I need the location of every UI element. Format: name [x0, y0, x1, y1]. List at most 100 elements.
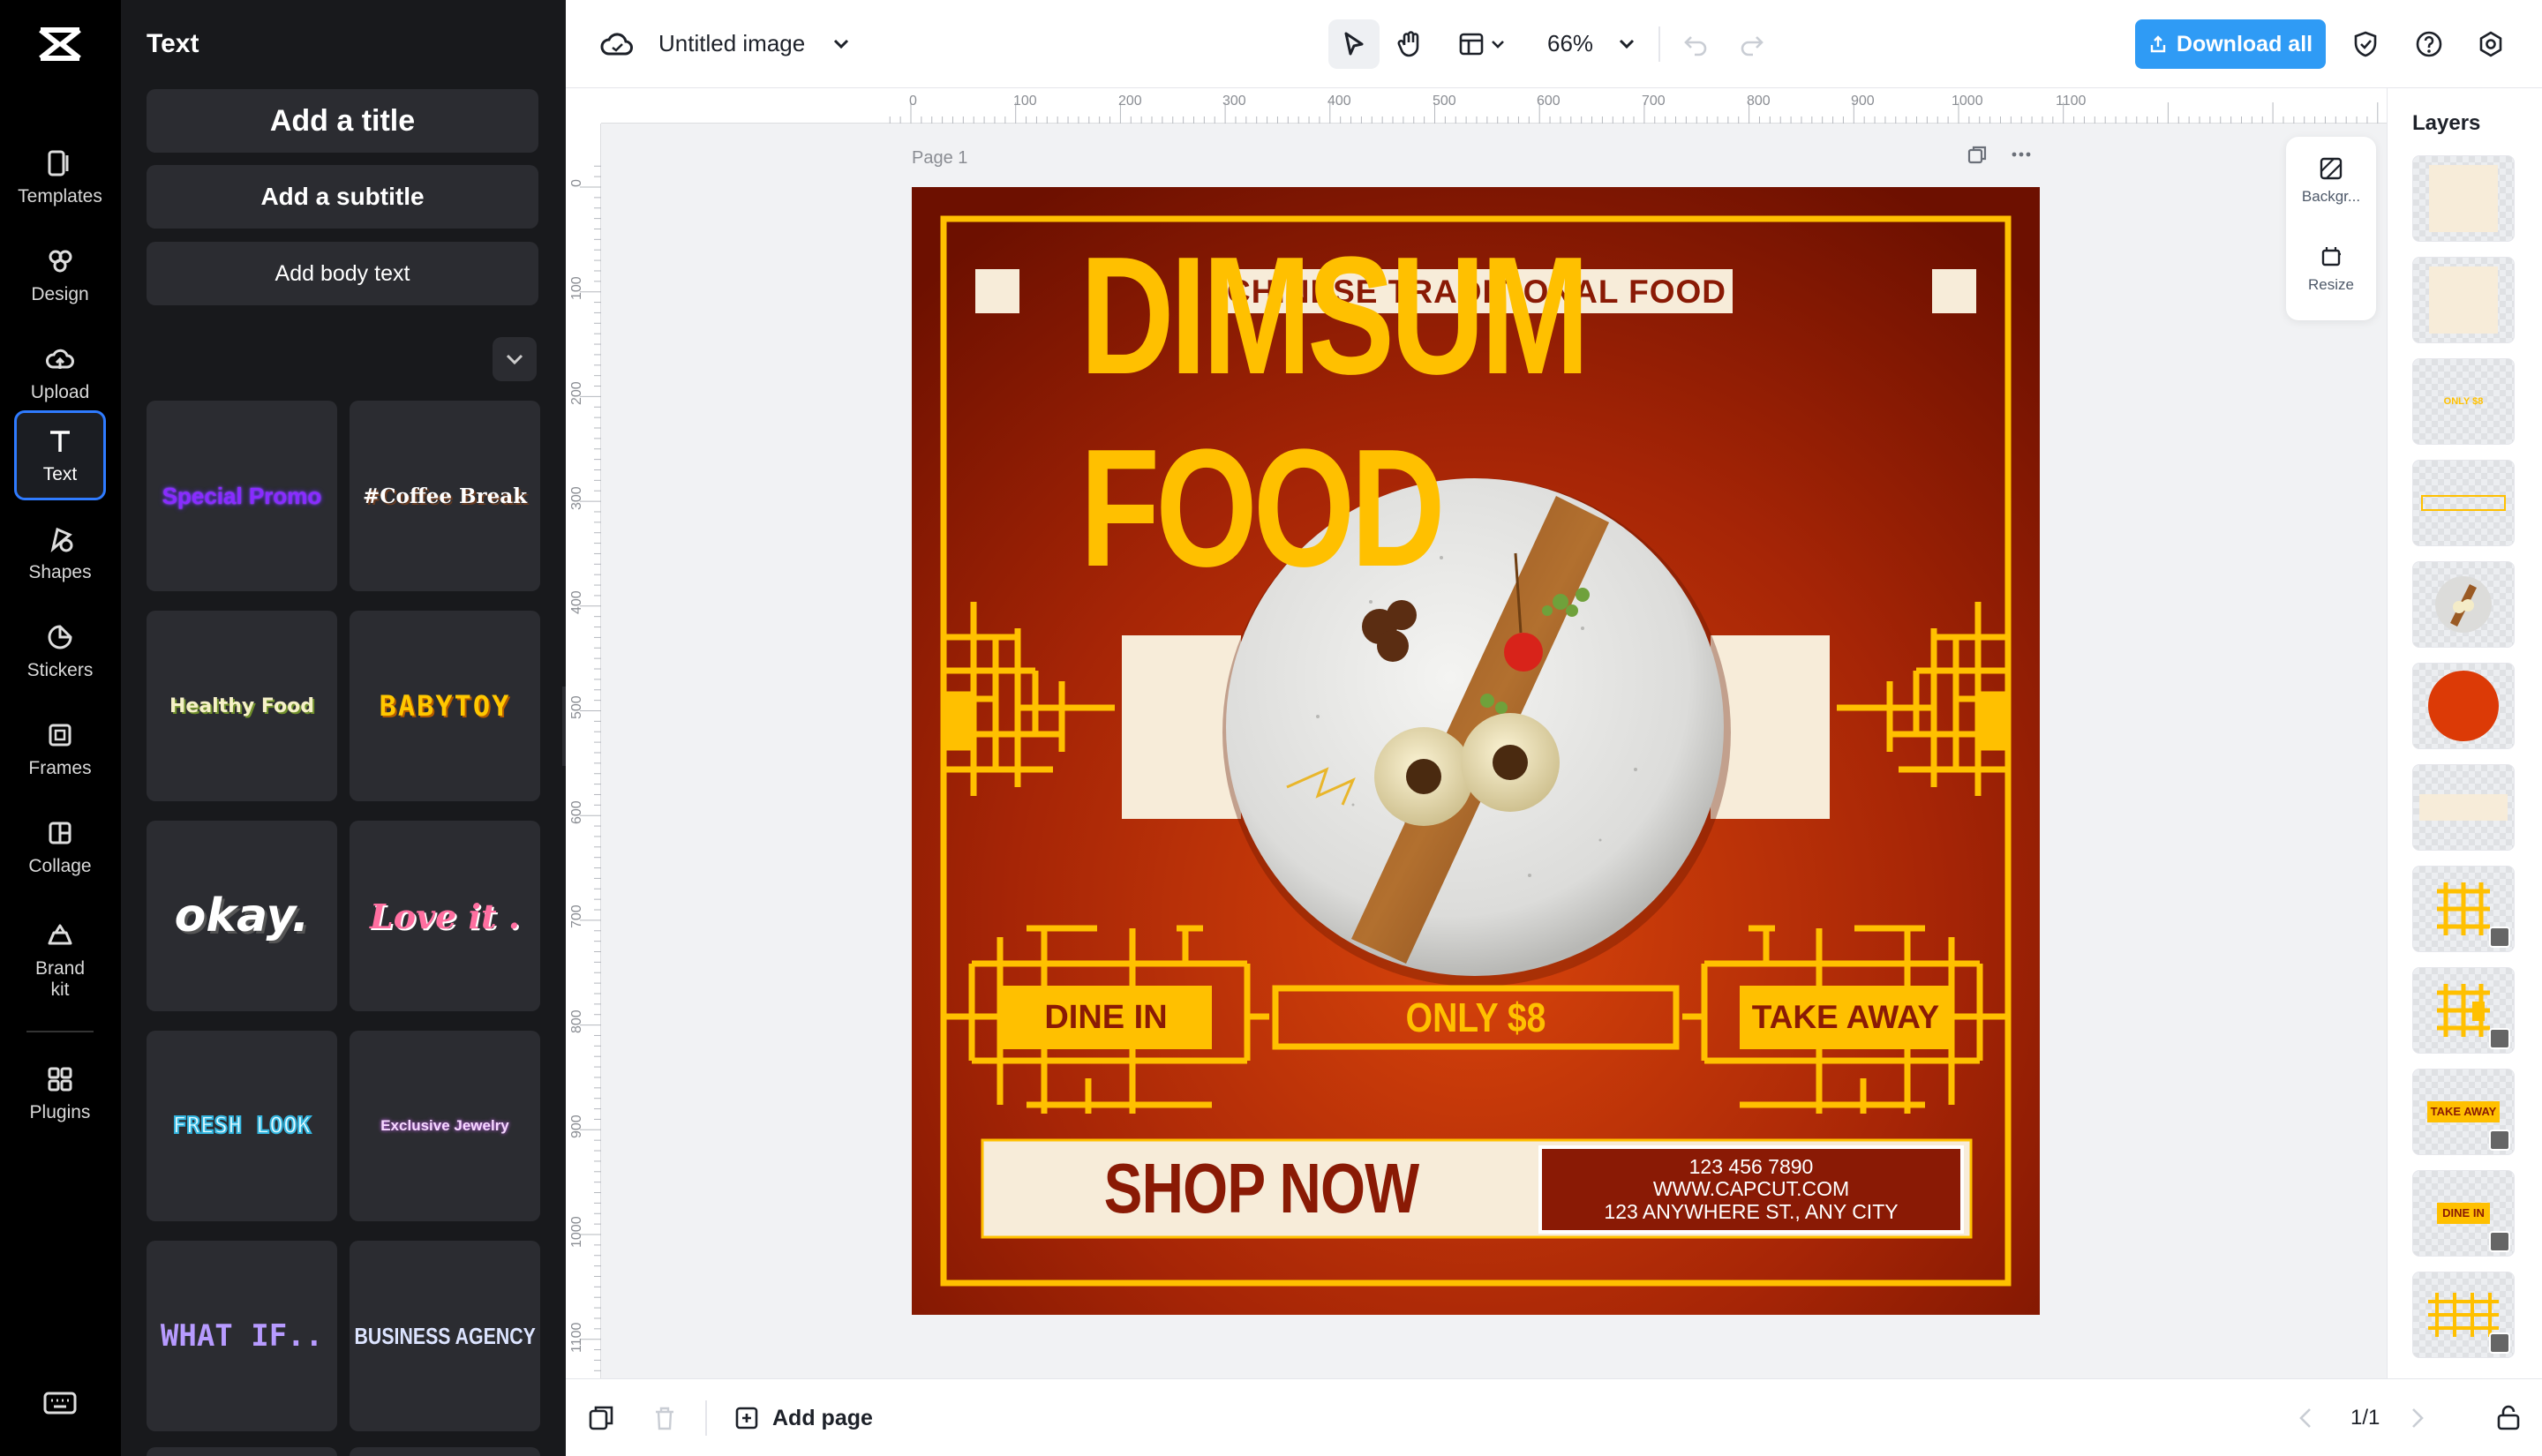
resize-tool[interactable]: Resize [2286, 225, 2376, 313]
cloud-sync-button[interactable] [598, 19, 636, 69]
address-text[interactable]: 123 ANYWHERE ST., ANY CITY [1604, 1200, 1898, 1223]
keyboard-shortcuts-icon[interactable] [42, 1390, 78, 1416]
take-away-text[interactable]: TAKE AWAY [1740, 986, 1952, 1049]
linked-badge-icon [2489, 1130, 2510, 1151]
page-panel-button[interactable] [587, 1404, 615, 1432]
collapse-button[interactable] [493, 337, 537, 381]
rail-text-label: Text [42, 463, 78, 484]
zoom-level[interactable]: 66% [1547, 30, 1593, 57]
add-page-button[interactable]: Add page [733, 1402, 873, 1434]
layer-thumb[interactable]: TAKE AWAY [2412, 1069, 2515, 1155]
select-tool-button[interactable] [1328, 19, 1380, 69]
layer-thumb[interactable] [2412, 1272, 2515, 1358]
cursor-icon [1344, 32, 1364, 56]
layer-text: DINE IN [2442, 1206, 2485, 1220]
design-artboard[interactable]: CHINESE TRADITIONAL FOOD DIMSUM FOOD DIN… [912, 187, 2040, 1315]
preset-healthy-food[interactable]: Healthy Food [147, 611, 337, 801]
phone-text[interactable]: 123 456 7890 [1689, 1155, 1814, 1178]
layer-thumb[interactable] [2412, 663, 2515, 749]
frames-icon [44, 719, 76, 751]
next-page-button[interactable] [2406, 1406, 2427, 1430]
price-text[interactable]: ONLY $8 [1305, 988, 1646, 1047]
canvas-area[interactable]: 0 100 200 300 400 500 600 700 800 900 10… [566, 88, 2387, 1378]
preset-fresh-look[interactable]: FRESH LOOK [147, 1031, 337, 1221]
rail-brand-kit[interactable]: Brand kit [14, 907, 106, 1013]
layer-thumb[interactable] [2412, 967, 2515, 1054]
preset-partial[interactable] [147, 1447, 337, 1456]
layer-thumb[interactable] [2412, 764, 2515, 851]
rail-stickers[interactable]: Stickers [14, 606, 106, 696]
ruler-label: 400 [1327, 94, 1351, 109]
document-title[interactable]: Untitled image [658, 30, 805, 57]
preset-love-it[interactable]: Love it . [350, 821, 540, 1011]
download-all-button[interactable]: Download all [2135, 19, 2326, 69]
layer-thumb[interactable] [2412, 257, 2515, 343]
preset-okay[interactable]: okay. [147, 821, 337, 1011]
help-button[interactable] [2407, 19, 2451, 69]
layer-thumb[interactable]: DINE IN [2412, 1170, 2515, 1257]
settings-button[interactable] [2469, 19, 2513, 69]
preset-label: Love it . [370, 896, 520, 936]
redo-button[interactable] [1733, 19, 1771, 69]
rail-text[interactable]: Text [14, 410, 106, 500]
layout-icon [1459, 33, 1504, 56]
background-tool-label: Backgr... [2301, 188, 2361, 205]
layer-thumb[interactable] [2412, 866, 2515, 952]
shield-check-icon [2354, 31, 2377, 57]
rail-design[interactable]: Design [14, 230, 106, 320]
trash-icon [656, 1407, 673, 1430]
preset-what-if[interactable]: WHAT IF.. [147, 1241, 337, 1431]
pages-icon [589, 1406, 613, 1430]
more-options-icon[interactable] [2010, 143, 2033, 166]
preset-partial[interactable] [350, 1447, 540, 1456]
website-text[interactable]: WWW.CAPCUT.COM [1653, 1178, 1849, 1201]
ruler-label: 100 [1013, 94, 1037, 109]
layer-thumb[interactable] [2412, 460, 2515, 546]
preset-label: Healthy Food [169, 694, 314, 717]
dine-in-text[interactable]: DINE IN [1000, 986, 1212, 1049]
chevron-down-icon [506, 354, 523, 365]
layers-title: Layers [2412, 111, 2481, 135]
brand-safety-button[interactable] [2343, 19, 2388, 69]
prev-page-button[interactable] [2296, 1406, 2317, 1430]
zoom-menu-button[interactable] [1613, 19, 1641, 69]
preset-babytoy[interactable]: BABYTOY [350, 611, 540, 801]
add-title-button[interactable]: Add a title [147, 89, 538, 153]
preset-business-agency[interactable]: BUSINESS AGENCY [350, 1241, 540, 1431]
shop-now-text[interactable]: SHOP NOW [1033, 1140, 1490, 1237]
ruler-label: 0 [569, 179, 584, 187]
hand-tool-button[interactable] [1387, 19, 1434, 69]
layout-menu-button[interactable] [1452, 19, 1515, 69]
rail-plugins[interactable]: Plugins [14, 1048, 106, 1138]
rail-shapes[interactable]: Shapes [14, 508, 106, 598]
add-body-text-button[interactable]: Add body text [147, 242, 538, 305]
rail-frames[interactable]: Frames [14, 704, 106, 794]
layer-thumb[interactable] [2412, 155, 2515, 242]
preset-coffee-break[interactable]: #Coffee Break [350, 401, 540, 591]
text-panel: Text Add a title Add a subtitle Add body… [121, 0, 566, 1456]
ruler-label: 100 [569, 276, 584, 300]
ruler-label: 900 [1851, 94, 1875, 109]
stickers-icon [44, 621, 76, 653]
ruler-label: 700 [569, 904, 584, 928]
rail-brand-kit-label: Brand kit [34, 957, 86, 1000]
layer-thumb[interactable]: ONLY $8 [2412, 358, 2515, 445]
delete-page-button[interactable] [651, 1404, 679, 1432]
capcut-logo[interactable] [35, 23, 85, 65]
ruler-label: 600 [1537, 94, 1561, 109]
rail-templates[interactable]: Templates [14, 132, 106, 222]
bottom-bar: Add page 1/1 [566, 1378, 2387, 1456]
ruler-corner [566, 88, 601, 124]
headline-text[interactable]: DIMSUM FOOD [1080, 222, 1872, 602]
rail-upload[interactable]: Upload [14, 328, 106, 418]
title-menu-button[interactable] [827, 19, 855, 69]
preset-special-promo[interactable]: Special Promo [147, 401, 337, 591]
lock-button[interactable] [2494, 1404, 2523, 1432]
rail-collage[interactable]: Collage [14, 802, 106, 892]
layer-thumb[interactable] [2412, 561, 2515, 648]
duplicate-page-icon[interactable] [1966, 143, 1989, 166]
preset-exclusive-jewelry[interactable]: Exclusive Jewelry [350, 1031, 540, 1221]
add-subtitle-button[interactable]: Add a subtitle [147, 165, 538, 229]
undo-button[interactable] [1676, 19, 1715, 69]
background-tool[interactable]: Backgr... [2286, 137, 2376, 225]
